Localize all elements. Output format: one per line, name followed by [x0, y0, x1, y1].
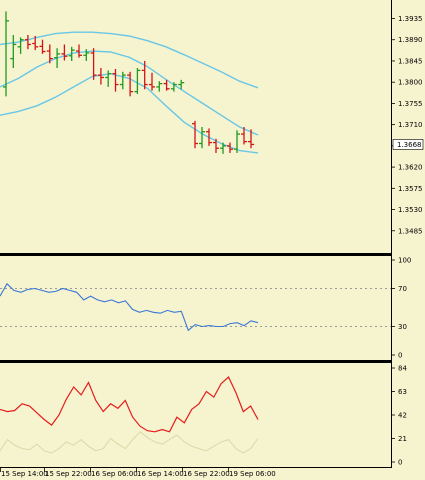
- chart-canvas[interactable]: 1.3935 1.3890 1.3845 1.3800 1.3755 1.3710 1.36…: [0, 0, 425, 480]
- time-tick-label: 19 Sep 06:00: [229, 470, 276, 478]
- price-axis: 1.3935 1.3890 1.3845 1.3800 1.3755 1.3710 1.36…: [391, 15, 423, 235]
- price-tick-label: 1.3935: [398, 15, 423, 23]
- indicator-1-tick-label: 30: [398, 323, 407, 331]
- indicator-1-tick-label: 0: [398, 352, 402, 360]
- time-tick-label: 15 Sep 14:00: [1, 470, 48, 478]
- time-tick-label: 16 Sep 22:00: [183, 470, 230, 478]
- indicator-2-tick-label: 42: [398, 412, 407, 420]
- indicator-1-axis: 100 70 30 0: [391, 257, 411, 360]
- indicator-2-tick-label: 63: [398, 388, 407, 396]
- price-tick-label: 1.3485: [398, 227, 423, 235]
- indicator-2-tick-label: 21: [398, 435, 407, 443]
- price-tick-label: 1.3710: [398, 121, 423, 129]
- price-tick-label: 1.3800: [398, 79, 423, 87]
- price-tick-label: 1.3530: [398, 206, 423, 214]
- indicator-2-tick-label: 0: [398, 459, 402, 467]
- time-tick-label: 16 Sep 06:00: [91, 470, 138, 478]
- indicator-2-tick-label: 84: [398, 365, 407, 373]
- current-price-label: 1.3668: [397, 141, 422, 149]
- price-tick-label: 1.3845: [398, 57, 423, 65]
- indicator-1-panel[interactable]: [0, 256, 391, 361]
- time-axis: 15 Sep 14:0015 Sep 22:00 16 Sep 06:00 16 S…: [0, 468, 276, 478]
- trading-chart-window: 1.3935 1.3890 1.3845 1.3800 1.3755 1.3710 1.36…: [0, 0, 425, 480]
- price-tick-label: 1.3620: [398, 164, 423, 172]
- time-tick-label: 15 Sep 22:00: [45, 470, 92, 478]
- indicator-1-tick-label: 100: [398, 257, 411, 265]
- price-tick-label: 1.3755: [398, 100, 423, 108]
- indicator-2-axis: 84 63 42 21 0: [391, 365, 407, 467]
- price-tick-label: 1.3575: [398, 185, 423, 193]
- indicator-1-tick-label: 70: [398, 285, 407, 293]
- time-tick-label: 16 Sep 14:00: [137, 470, 184, 478]
- current-price-marker: 1.3668: [392, 139, 424, 150]
- price-tick-label: 1.3890: [398, 36, 423, 44]
